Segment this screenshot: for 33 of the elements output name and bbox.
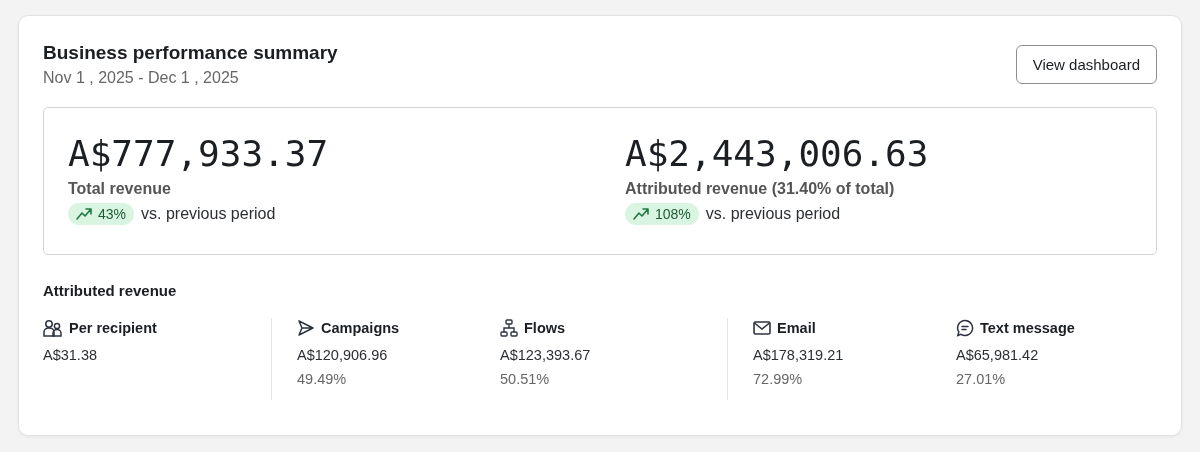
channel-value: A$178,319.21 [753,347,845,363]
people-icon [43,319,63,337]
view-dashboard-button[interactable]: View dashboard [1015,45,1157,84]
channel-share: 72.99% [753,371,804,387]
channel-label: Per recipient [69,320,157,336]
flowchart-icon [500,319,518,337]
send-icon [297,319,315,337]
comparison-text: vs. previous period [705,205,841,223]
comparison-text: vs. previous period [141,205,276,223]
chat-bubble-icon [956,319,974,337]
metric-label: Total revenue [68,180,172,198]
card-title: Business performance summary [43,42,338,64]
metric-value: A$2,443,006.63 [625,132,930,176]
channel-value: A$65,981.42 [956,347,1040,363]
envelope-icon [753,321,771,335]
section-title: Attributed revenue [43,282,178,299]
metric-label: Attributed revenue (31.40% of total) [625,180,896,198]
channel-share: 50.51% [500,371,551,387]
trend-up-icon [633,207,649,221]
channel-value: A$123,393.67 [500,347,592,363]
channel-value: A$31.38 [43,347,99,363]
channel-label: Flows [524,320,566,336]
channel-label: Campaigns [321,320,400,336]
change-percent: 108% [655,206,691,222]
channel-share: 27.01% [956,371,1007,387]
trend-up-icon [76,207,92,221]
channel-label: Email [777,320,816,336]
channel-value: A$120,906.96 [297,347,389,363]
date-range: Nov 1 , 2025 - Dec 1 , 2025 [43,69,240,87]
channel-share: 49.49% [297,371,348,387]
change-percent: 43% [98,206,127,222]
channel-label: Text message [980,320,1075,336]
metric-value: A$777,933.37 [68,132,330,176]
